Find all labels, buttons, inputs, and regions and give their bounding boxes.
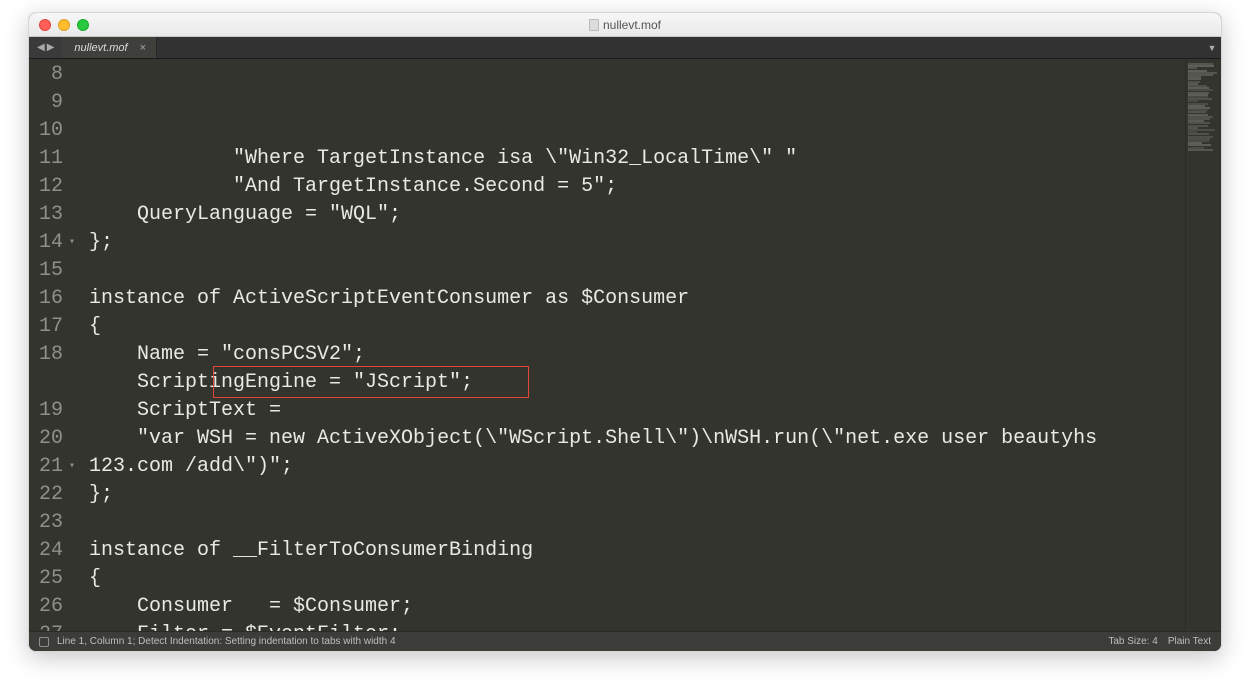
- code-area[interactable]: "Where TargetInstance isa \"Win32_LocalT…: [71, 59, 1185, 631]
- tab-active[interactable]: nullevt.mof ×: [62, 37, 157, 58]
- line-number: 26: [29, 593, 63, 621]
- editor-window: nullevt.mof ◀ ▶ nullevt.mof × ▼ 89101112…: [28, 12, 1222, 652]
- code-line: {: [89, 313, 1185, 341]
- line-number: 13: [29, 201, 63, 229]
- code-line: };: [89, 229, 1185, 257]
- line-number: 19: [29, 397, 63, 425]
- status-syntax[interactable]: Plain Text: [1168, 636, 1211, 647]
- close-tab-icon[interactable]: ×: [140, 42, 146, 54]
- line-number: 18: [29, 341, 63, 369]
- code-line: [89, 257, 1185, 285]
- line-number: [29, 369, 63, 397]
- status-tab-size[interactable]: Tab Size: 4: [1108, 636, 1157, 647]
- code-line: "And TargetInstance.Second = 5";: [89, 173, 1185, 201]
- code-line: "Where TargetInstance isa \"Win32_LocalT…: [89, 145, 1185, 173]
- code-line: QueryLanguage = "WQL";: [89, 201, 1185, 229]
- tab-history-nav: ◀ ▶: [29, 37, 62, 58]
- line-number: 16: [29, 285, 63, 313]
- code-line: [89, 509, 1185, 537]
- code-line: {: [89, 565, 1185, 593]
- status-cursor-info: Line 1, Column 1; Detect Indentation: Se…: [57, 636, 396, 647]
- zoom-window-button[interactable]: [77, 19, 89, 31]
- line-number: 8: [29, 61, 63, 89]
- window-title: nullevt.mof: [29, 18, 1221, 32]
- tab-label: nullevt.mof: [74, 42, 127, 54]
- line-number: 10: [29, 117, 63, 145]
- line-number: 15: [29, 257, 63, 285]
- line-number: 11: [29, 145, 63, 173]
- code-line: };: [89, 481, 1185, 509]
- code-line: instance of ActiveScriptEventConsumer as…: [89, 285, 1185, 313]
- code-line: instance of __FilterToConsumerBinding: [89, 537, 1185, 565]
- code-line: Consumer = $Consumer;: [89, 593, 1185, 621]
- document-icon: [589, 19, 599, 31]
- code-line: Name = "consPCSV2";: [89, 341, 1185, 369]
- status-checkbox-icon[interactable]: [39, 637, 49, 647]
- line-number: 9: [29, 89, 63, 117]
- titlebar: nullevt.mof: [29, 13, 1221, 37]
- nav-back-icon[interactable]: ◀: [37, 42, 45, 53]
- window-controls: [39, 19, 89, 31]
- code-line: ScriptingEngine = "JScript";: [89, 369, 1185, 397]
- code-line: ScriptText =: [89, 397, 1185, 425]
- code-editor: 89101112131415161718192021222324252627 "…: [29, 59, 1221, 631]
- minimize-window-button[interactable]: [58, 19, 70, 31]
- line-number: 22: [29, 481, 63, 509]
- line-number: 20: [29, 425, 63, 453]
- tab-bar: ◀ ▶ nullevt.mof × ▼: [29, 37, 1221, 59]
- window-title-text: nullevt.mof: [603, 18, 661, 32]
- tab-overflow-menu[interactable]: ▼: [1203, 37, 1221, 58]
- nav-forward-icon[interactable]: ▶: [47, 42, 55, 53]
- status-left: Line 1, Column 1; Detect Indentation: Se…: [39, 636, 396, 647]
- line-number: 14: [29, 229, 63, 257]
- line-number-gutter: 89101112131415161718192021222324252627: [29, 59, 71, 631]
- minimap[interactable]: [1185, 59, 1221, 631]
- line-number: 25: [29, 565, 63, 593]
- line-number: 23: [29, 509, 63, 537]
- line-number: 21: [29, 453, 63, 481]
- line-number: 12: [29, 173, 63, 201]
- status-bar: Line 1, Column 1; Detect Indentation: Se…: [29, 631, 1221, 651]
- code-line: "var WSH = new ActiveXObject(\"WScript.S…: [89, 425, 1185, 481]
- line-number: 17: [29, 313, 63, 341]
- close-window-button[interactable]: [39, 19, 51, 31]
- line-number: 24: [29, 537, 63, 565]
